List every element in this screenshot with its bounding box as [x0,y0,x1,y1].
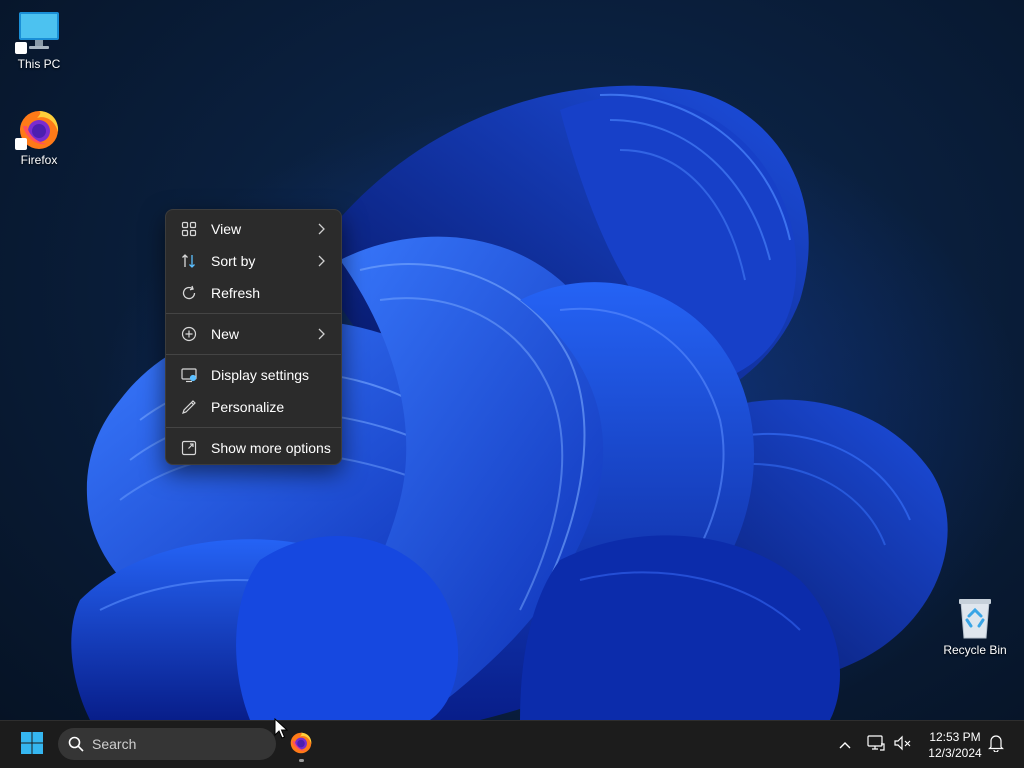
menu-item-label: View [211,221,242,237]
clock-date: 12/3/2024 [928,746,982,760]
desktop[interactable]: This PC Firefox Recycle Bin View Sort by… [0,0,1024,720]
menu-item-new[interactable]: New [170,318,337,350]
menu-item-label: Personalize [211,399,285,415]
plus-circle-icon [180,325,198,343]
tray-overflow-button[interactable] [834,733,856,757]
search-icon [68,736,84,752]
chevron-right-icon [317,222,325,238]
menu-separator [166,313,341,314]
menu-item-view[interactable]: View [170,213,337,245]
shortcut-arrow-icon [15,138,27,150]
desktop-context-menu: View Sort by Refresh New Display setting… [165,209,342,465]
tray-network-button[interactable] [864,733,888,757]
menu-separator [166,427,341,428]
desktop-icon-label: This PC [17,57,61,71]
volume-muted-icon [894,735,912,756]
firefox-icon [288,730,314,761]
firefox-icon [15,106,63,150]
menu-item-display-settings[interactable]: Display settings [170,359,337,391]
network-icon [867,734,885,756]
windows-logo-icon [20,731,44,760]
display-settings-icon [180,366,198,384]
recycle-bin-icon [951,596,999,640]
taskbar-search-box[interactable]: Search [58,728,276,760]
menu-item-label: Display settings [211,367,310,383]
desktop-icon-firefox[interactable]: Firefox [4,106,74,167]
search-placeholder: Search [92,736,137,752]
pen-icon [180,398,198,416]
menu-separator [166,354,341,355]
menu-item-label: New [211,326,240,342]
taskbar-clock[interactable]: 12:53 PM 12/3/2024 [918,729,992,761]
menu-item-label: Refresh [211,285,261,301]
desktop-icon-label: Firefox [20,153,58,167]
wallpaper-bloom [71,85,1024,720]
chevron-right-icon [317,254,325,270]
menu-item-label: Show more options [211,440,331,456]
shortcut-arrow-icon [15,42,27,54]
menu-item-refresh[interactable]: Refresh [170,277,337,309]
tray-volume-button[interactable] [891,733,915,757]
desktop-icon-recycle-bin[interactable]: Recycle Bin [940,596,1010,657]
start-button[interactable] [14,729,50,761]
refresh-icon [180,284,198,302]
desktop-icon-this-pc[interactable]: This PC [4,10,74,71]
taskbar-app-firefox[interactable] [284,727,318,763]
chevron-right-icon [317,327,325,343]
show-more-options-icon [180,439,198,457]
chevron-up-icon [839,736,851,754]
menu-item-sort-by[interactable]: Sort by [170,245,337,277]
notification-bell-icon [988,734,1004,757]
menu-item-label: Sort by [211,253,256,269]
desktop-icon-label: Recycle Bin [943,643,1007,657]
notification-center-button[interactable] [984,733,1008,757]
menu-item-personalize[interactable]: Personalize [170,391,337,423]
grid-view-icon [180,220,198,238]
menu-item-show-more-options[interactable]: Show more options [170,432,337,464]
sort-arrows-icon [180,252,198,270]
mouse-cursor-icon [274,718,288,739]
running-indicator [299,759,304,762]
taskbar: Search 12:53 PM 12/3/2024 [0,720,1024,768]
monitor-icon [15,10,63,54]
clock-time: 12:53 PM [929,730,981,744]
